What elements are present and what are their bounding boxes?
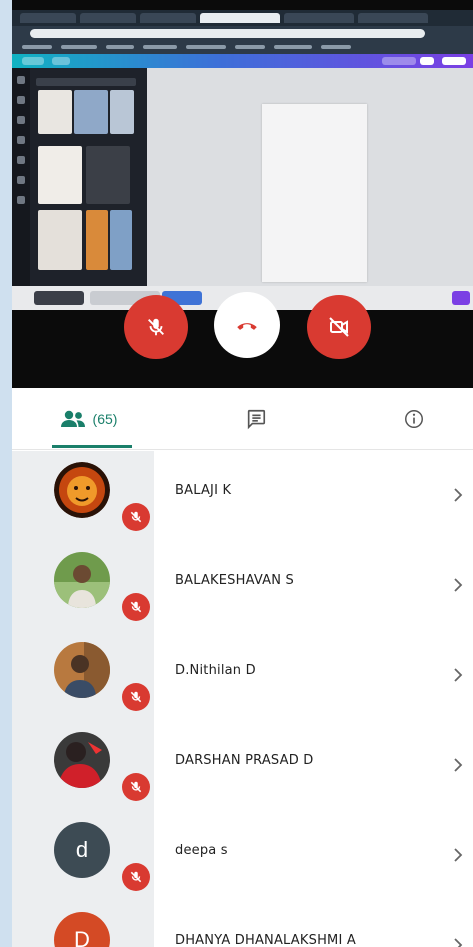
person-avatar-image — [54, 642, 110, 698]
participant-row[interactable]: D DHANYA DHANALAKSHMI A — [12, 901, 473, 947]
person-avatar-image — [54, 552, 110, 608]
tab-chat[interactable] — [234, 388, 278, 450]
mic-off-icon — [130, 601, 142, 613]
hangup-icon — [237, 323, 257, 330]
people-count: (65) — [92, 411, 118, 427]
lion-avatar-image — [54, 462, 110, 518]
participant-name: BALAKESHAVAN S — [175, 573, 294, 588]
participant-list: BALAJI K BALAKESHAVAN S D.Nithilan D DAR… — [12, 451, 473, 947]
meet-window: (65) BALAJI K BALAKESHAVAN S D.Nithilan … — [12, 0, 473, 947]
chevron-right-icon[interactable] — [452, 487, 464, 503]
participant-name: deepa s — [175, 843, 228, 858]
info-icon — [405, 410, 423, 428]
participant-row[interactable]: DARSHAN PRASAD D — [12, 721, 473, 811]
avatar — [54, 732, 110, 788]
shared-design-canvas — [147, 68, 473, 310]
shared-template-panel — [12, 68, 147, 310]
muted-mic-badge — [122, 863, 150, 891]
avatar — [54, 642, 110, 698]
participant-name: BALAJI K — [175, 483, 232, 498]
chevron-right-icon[interactable] — [452, 667, 464, 683]
camera-toggle-button[interactable] — [307, 295, 371, 359]
avatar-initial: d — [75, 837, 89, 862]
avatar: d — [54, 822, 110, 878]
mic-toggle-button[interactable] — [124, 295, 188, 359]
shared-browser-chrome — [12, 10, 473, 54]
participant-row[interactable]: BALAKESHAVAN S — [12, 541, 473, 631]
participant-name: D.Nithilan D — [175, 663, 256, 678]
mic-off-icon — [130, 781, 142, 793]
participant-name: DARSHAN PRASAD D — [175, 753, 314, 768]
shared-editor-toolbar — [12, 54, 473, 68]
participant-name: DHANYA DHANALAKSHMI A — [175, 933, 356, 947]
participant-row[interactable]: d deepa s — [12, 811, 473, 901]
person-avatar-image — [54, 732, 110, 788]
mic-off-icon — [148, 318, 164, 336]
muted-mic-badge — [122, 503, 150, 531]
avatar — [54, 552, 110, 608]
chevron-right-icon[interactable] — [452, 847, 464, 863]
avatar-initial: D — [74, 927, 90, 947]
panel-tabs: (65) — [12, 388, 473, 450]
mic-off-icon — [130, 691, 142, 703]
chevron-right-icon[interactable] — [452, 757, 464, 773]
mic-off-icon — [130, 511, 142, 523]
chat-icon — [247, 409, 266, 430]
avatar — [54, 462, 110, 518]
muted-mic-badge — [122, 593, 150, 621]
mic-off-icon — [130, 871, 142, 883]
participant-row[interactable]: BALAJI K — [12, 451, 473, 541]
tab-info[interactable] — [392, 388, 436, 450]
people-icon — [60, 410, 85, 427]
chevron-right-icon[interactable] — [452, 937, 464, 947]
end-call-button[interactable] — [214, 292, 280, 358]
muted-mic-badge — [122, 773, 150, 801]
participant-row[interactable]: D.Nithilan D — [12, 631, 473, 721]
tab-people[interactable]: (65) — [42, 388, 134, 450]
presentation-video — [12, 0, 473, 388]
active-tab-indicator — [52, 445, 132, 448]
muted-mic-badge — [122, 683, 150, 711]
video-off-icon — [329, 317, 349, 337]
chevron-right-icon[interactable] — [452, 577, 464, 593]
